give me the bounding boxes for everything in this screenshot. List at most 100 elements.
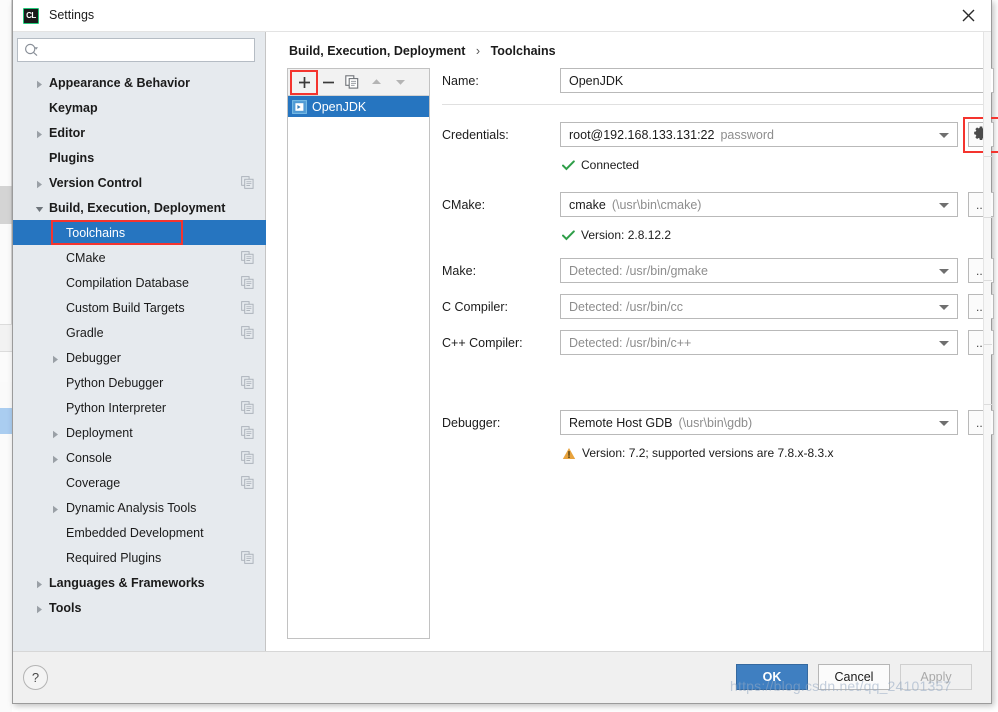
cancel-button[interactable]: Cancel [818, 664, 890, 690]
check-icon [562, 159, 575, 171]
content-scrollbar[interactable] [983, 32, 992, 652]
sidebar-item-keymap[interactable]: Keymap [13, 95, 266, 120]
dialog-footer: ? OK Cancel Apply [13, 651, 991, 703]
apply-button[interactable]: Apply [900, 664, 972, 690]
sidebar-item-gradle[interactable]: Gradle [13, 320, 266, 345]
sidebar-item-python-interpreter[interactable]: Python Interpreter [13, 395, 266, 420]
sidebar-item-toolchains[interactable]: Toolchains [13, 220, 266, 245]
chevron-right-icon[interactable] [35, 578, 45, 589]
sidebar-item-languages-frameworks[interactable]: Languages & Frameworks [13, 570, 266, 595]
chevron-right-icon[interactable] [51, 503, 61, 514]
name-input[interactable]: OpenJDK [560, 68, 994, 93]
sidebar-item-embedded-development[interactable]: Embedded Development [13, 520, 266, 545]
cmake-combo[interactable]: cmake (\usr\bin\cmake) [560, 192, 958, 217]
add-toolchain-button[interactable] [292, 71, 316, 93]
project-scope-icon [241, 401, 254, 414]
sidebar-item-custom-build-targets[interactable]: Custom Build Targets [13, 295, 266, 320]
sidebar-item-label: Embedded Development [66, 525, 204, 540]
project-scope-icon [241, 451, 254, 464]
chevron-down-icon[interactable] [35, 203, 45, 213]
settings-dialog: CL Settings Appearance & Behavior Keymap… [12, 0, 998, 704]
cmake-value-suffix: (\usr\bin\cmake) [611, 197, 702, 212]
dialog-body: Appearance & Behavior Keymap Editor Plugins… [13, 32, 998, 652]
c-compiler-combo[interactable]: Detected: /usr/bin/cc [560, 294, 958, 319]
debugger-combo[interactable]: Remote Host GDB (\usr\bin\gdb) [560, 410, 958, 435]
sidebar-item-label: Gradle [66, 325, 104, 340]
help-button[interactable]: ? [23, 665, 48, 690]
chevron-right-icon[interactable] [35, 178, 45, 189]
chevron-down-icon [939, 421, 949, 426]
sidebar-item-build-execution-deployment[interactable]: Build, Execution, Deployment [13, 195, 266, 220]
chevron-down-icon [939, 269, 949, 274]
debugger-value: Remote Host GDB [569, 415, 673, 430]
close-icon[interactable] [945, 0, 991, 31]
sidebar-item-label: Python Debugger [66, 375, 164, 390]
copy-toolchain-button[interactable] [340, 71, 364, 93]
sidebar-item-tools[interactable]: Tools [13, 595, 266, 620]
sidebar-item-label: Tools [49, 600, 82, 615]
sidebar-item-version-control[interactable]: Version Control [13, 170, 266, 195]
sidebar-item-python-debugger[interactable]: Python Debugger [13, 370, 266, 395]
credentials-value-suffix: password [720, 127, 774, 142]
sidebar-item-label: CMake [66, 250, 106, 265]
project-scope-icon [241, 176, 254, 189]
toolchain-form: Name: OpenJDK Credentials: root@192.168.… [442, 68, 998, 468]
toolchain-list-item[interactable]: OpenJDK [288, 96, 429, 117]
make-combo[interactable]: Detected: /usr/bin/gmake [560, 258, 958, 283]
chevron-right-icon[interactable] [35, 128, 45, 139]
cmake-version-status: Version: 2.8.12.2 [562, 228, 671, 242]
chevron-right-icon[interactable] [35, 78, 45, 89]
name-row: Name: OpenJDK [442, 68, 994, 98]
sidebar-item-label: Version Control [49, 175, 143, 190]
name-label: Name: [442, 74, 479, 88]
cpp-compiler-combo[interactable]: Detected: /usr/bin/c++ [560, 330, 958, 355]
sidebar-item-label: Custom Build Targets [66, 300, 185, 315]
sidebar-item-label: Dynamic Analysis Tools [66, 500, 197, 515]
remove-toolchain-button[interactable] [316, 71, 340, 93]
cmake-value: cmake [569, 197, 606, 212]
sidebar-item-console[interactable]: Console [13, 445, 266, 470]
sidebar-item-compilation-database[interactable]: Compilation Database [13, 270, 266, 295]
project-scope-icon [241, 251, 254, 264]
sidebar-item-label: Debugger [66, 350, 121, 365]
chevron-right-icon[interactable] [51, 453, 61, 464]
search-box[interactable] [17, 38, 255, 62]
cmake-status-row: Version: 2.8.12.2 [442, 228, 987, 250]
settings-content: Build, Execution, Deployment › Toolchain… [267, 32, 998, 652]
bg-strip [0, 382, 12, 408]
ok-button[interactable]: OK [736, 664, 808, 690]
project-scope-icon [241, 326, 254, 339]
chevron-right-icon[interactable] [51, 428, 61, 439]
debugger-version-text: Version: 7.2; supported versions are 7.8… [582, 446, 834, 460]
credentials-combo[interactable]: root@192.168.133.131:22 password [560, 122, 958, 147]
sidebar-item-appearance-behavior[interactable]: Appearance & Behavior [13, 70, 266, 95]
toolchain-list-item-label: OpenJDK [312, 99, 367, 114]
breadcrumb-root[interactable]: Build, Execution, Deployment [289, 44, 465, 58]
sidebar-item-editor[interactable]: Editor [13, 120, 266, 145]
sidebar-item-label: Editor [49, 125, 86, 140]
sidebar-item-required-plugins[interactable]: Required Plugins [13, 545, 266, 570]
window-title: Settings [49, 8, 95, 22]
sidebar-item-deployment[interactable]: Deployment [13, 420, 266, 445]
sidebar-item-plugins[interactable]: Plugins [13, 145, 266, 170]
debugger-value-suffix: (\usr\bin\gdb) [678, 415, 753, 430]
debugger-label: Debugger: [442, 416, 501, 430]
name-value: OpenJDK [569, 73, 624, 88]
sidebar-item-dynamic-analysis-tools[interactable]: Dynamic Analysis Tools [13, 495, 266, 520]
bg-strip [0, 352, 12, 382]
sidebar-item-label: Toolchains [66, 225, 126, 240]
cpp-compiler-row: C++ Compiler: Detected: /usr/bin/c++ ... [442, 330, 994, 360]
chevron-right-icon[interactable] [35, 603, 45, 614]
move-down-button[interactable] [388, 71, 412, 93]
sidebar-item-cmake[interactable]: CMake [13, 245, 266, 270]
cmake-version-text: Version: 2.8.12.2 [581, 228, 672, 242]
debugger-row: Debugger: Remote Host GDB (\usr\bin\gdb)… [442, 410, 994, 440]
sidebar-item-debugger[interactable]: Debugger [13, 345, 266, 370]
search-input[interactable] [44, 41, 250, 59]
debugger-status-row: Version: 7.2; supported versions are 7.8… [442, 446, 987, 468]
sidebar-item-coverage[interactable]: Coverage [13, 470, 266, 495]
project-scope-icon [241, 376, 254, 389]
clion-icon: CL [23, 8, 39, 24]
chevron-right-icon[interactable] [51, 353, 61, 364]
move-up-button[interactable] [364, 71, 388, 93]
